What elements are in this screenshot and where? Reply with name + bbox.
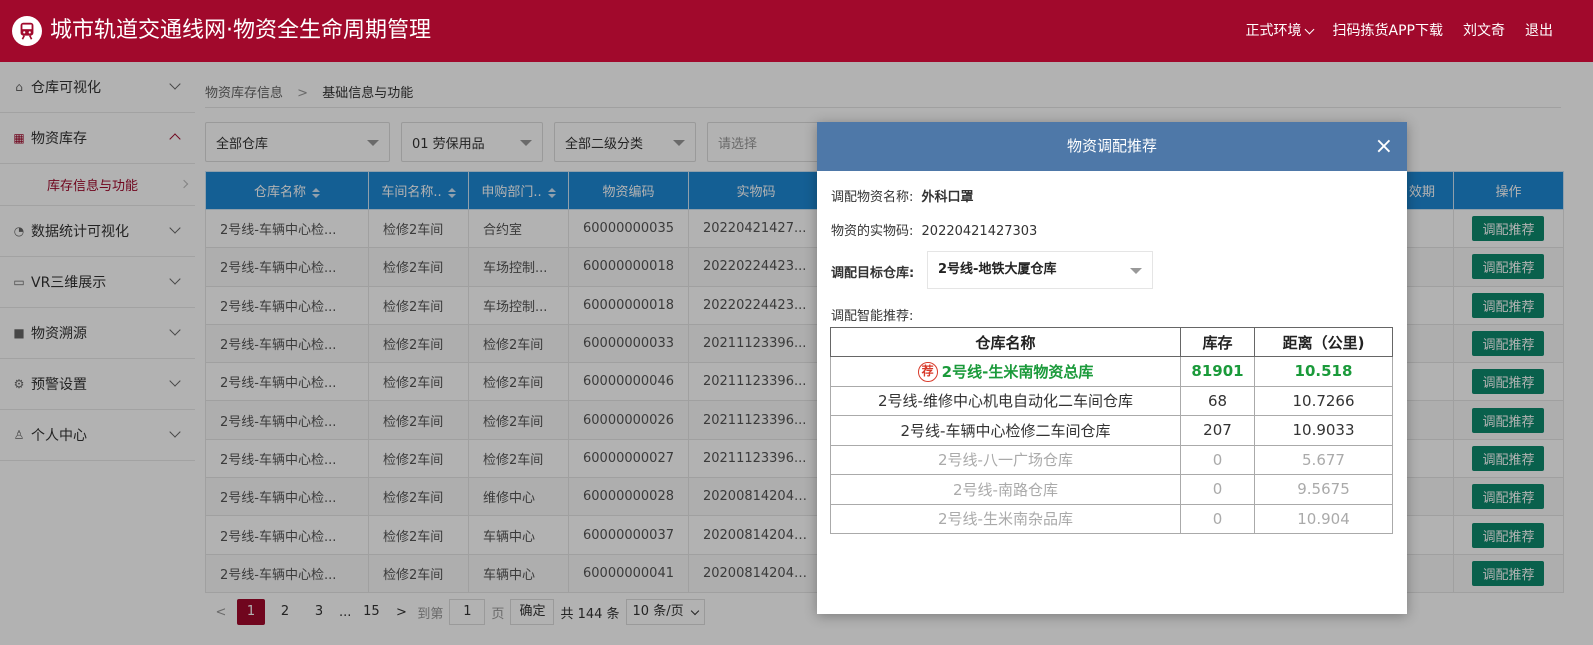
user-name[interactable]: 刘文奇 [1463, 21, 1505, 41]
rec-cell-warehouse: 荐 2号线-生米南物资总库 [830, 356, 1181, 387]
rec-col-warehouse: 仓库名称 [830, 327, 1181, 357]
rec-col-stock: 库存 [1180, 327, 1255, 357]
modal-header: 物资调配推荐 × [817, 122, 1407, 171]
header-actions: 正式环境 扫码拣货APP下载 刘文奇 退出 [1246, 21, 1553, 41]
rec-cell-warehouse: 2号线-车辆中心检修二车间仓库 [830, 415, 1181, 446]
rec-cell-distance: 5.677 [1254, 444, 1393, 475]
recommend-body: 荐 2号线-生米南物资总库 81901 10.518 2号线-维修中心机电自动化二车间仓… [830, 356, 1393, 534]
smart-recommend-label: 调配智能推荐: [831, 309, 914, 324]
rec-cell-stock: 0 [1180, 444, 1255, 475]
rec-cell-stock: 207 [1180, 415, 1255, 446]
physical-code-value: 20220421427303 [921, 224, 1038, 239]
rec-warehouse-name: 2号线-八一广场仓库 [938, 451, 1073, 470]
material-name-value: 外科口罩 [921, 190, 974, 205]
rec-col-distance: 距离（公里) [1254, 327, 1393, 357]
app-download-link[interactable]: 扫码拣货APP下载 [1333, 21, 1443, 41]
chevron-down-icon [1304, 24, 1314, 34]
rec-cell-distance: 10.9033 [1254, 415, 1393, 446]
recommend-row[interactable]: 2号线-八一广场仓库 0 5.677 [830, 444, 1393, 475]
recommend-row[interactable]: 2号线-车辆中心检修二车间仓库 207 10.9033 [830, 415, 1393, 446]
rec-cell-stock: 81901 [1180, 356, 1255, 387]
rec-cell-distance: 9.5675 [1254, 474, 1393, 505]
material-name-row: 调配物资名称: 外科口罩 [831, 186, 974, 205]
rec-warehouse-name: 2号线-车辆中心检修二车间仓库 [900, 421, 1111, 440]
physical-code-row: 物资的实物码: 20220421427303 [831, 220, 1037, 239]
rec-cell-stock: 68 [1180, 385, 1255, 416]
rec-warehouse-name: 2号线-南路仓库 [953, 480, 1058, 499]
rec-cell-warehouse: 2号线-南路仓库 [830, 474, 1181, 505]
physical-code-label: 物资的实物码: [831, 224, 914, 239]
app-title: 城市轨道交通线网·物资全生命周期管理 [50, 18, 431, 43]
rec-cell-stock: 0 [1180, 503, 1255, 534]
rec-cell-warehouse: 2号线-维修中心机电自动化二车间仓库 [830, 385, 1181, 416]
recommend-row[interactable]: 2号线-南路仓库 0 9.5675 [830, 474, 1393, 505]
recommend-row[interactable]: 2号线-维修中心机电自动化二车间仓库 68 10.7266 [830, 385, 1393, 416]
target-warehouse-value: 2号线-地铁大厦仓库 [938, 262, 1057, 277]
recommend-header-row: 仓库名称 库存 距离（公里) [830, 327, 1393, 357]
env-label: 正式环境 [1245, 23, 1302, 39]
target-warehouse-label: 调配目标仓库: [831, 266, 915, 281]
rec-warehouse-name: 2号线-维修中心机电自动化二车间仓库 [878, 392, 1133, 411]
material-name-label: 调配物资名称: [831, 190, 914, 205]
metro-logo-icon [12, 16, 42, 46]
recommend-table: 仓库名称 库存 距离（公里) 荐 2号线-生米南物资总库 81901 10.518 2号… [830, 327, 1393, 534]
rec-warehouse-name: 2号线-生米南物资总库 [941, 362, 1094, 381]
logout-link[interactable]: 退出 [1525, 21, 1553, 41]
recommend-badge-icon: 荐 [917, 362, 938, 382]
recommend-row[interactable]: 2号线-生米南杂品库 0 10.904 [830, 503, 1393, 534]
rec-cell-warehouse: 2号线-八一广场仓库 [830, 444, 1181, 475]
dropdown-arrow-icon [1130, 268, 1142, 274]
rec-warehouse-name: 2号线-生米南杂品库 [938, 510, 1073, 529]
env-switcher[interactable]: 正式环境 [1245, 21, 1314, 41]
top-header: 城市轨道交通线网·物资全生命周期管理 正式环境 扫码拣货APP下载 刘文奇 退出 [0, 0, 1593, 62]
modal-body: 调配物资名称: 外科口罩 物资的实物码: 20220421427303 调配目标… [817, 171, 1407, 614]
rec-cell-stock: 0 [1180, 474, 1255, 505]
app-root: 城市轨道交通线网·物资全生命周期管理 正式环境 扫码拣货APP下载 刘文奇 退出… [0, 0, 1593, 645]
rec-cell-warehouse: 2号线-生米南杂品库 [830, 503, 1181, 534]
close-icon[interactable]: × [1375, 122, 1393, 171]
rec-cell-distance: 10.904 [1254, 503, 1393, 534]
transfer-recommend-modal: 物资调配推荐 × 调配物资名称: 外科口罩 物资的实物码: 2022042142… [817, 122, 1407, 614]
target-warehouse-select[interactable]: 2号线-地铁大厦仓库 [927, 251, 1153, 289]
modal-title: 物资调配推荐 [1066, 137, 1157, 155]
rec-cell-distance: 10.7266 [1254, 385, 1393, 416]
recommend-row[interactable]: 荐 2号线-生米南物资总库 81901 10.518 [830, 356, 1393, 387]
rec-cell-distance: 10.518 [1254, 356, 1393, 387]
